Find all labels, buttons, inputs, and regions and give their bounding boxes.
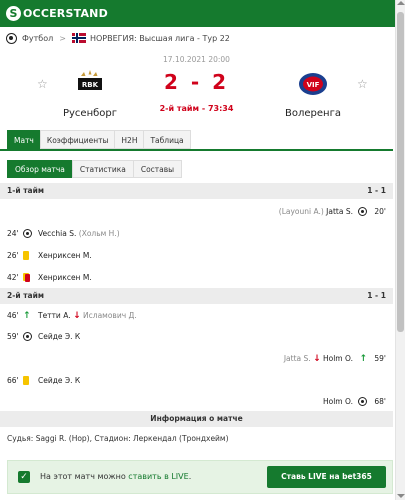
norway-flag-icon [71,33,86,43]
event-row: 59' Сейде Э. К [0,330,393,344]
event-player-name: Тетти А. [38,311,71,320]
event-player-out: Jatta S. [283,354,311,363]
period-score: 1 - 1 [367,186,386,195]
event-minute: 20' [374,207,386,216]
match-info-heading: Информация о матче [0,411,393,427]
live-betting-link[interactable]: ставить в LIVE [128,472,188,481]
event-row: 24' Vecchia S. (Хольм Н.) [0,227,393,241]
event-player[interactable]: Хенриксен М. [38,273,92,282]
event-player-name: Jatta S. [326,207,353,216]
event-row: Jatta S. ↓ Holm O. ↑ 59' [0,352,393,366]
period-score: 1 - 1 [367,291,386,300]
goal-icon [23,229,32,240]
event-row: (Layouni A.) Jatta S. 20' [0,205,393,219]
event-minute: 59' [374,354,386,363]
main-tabs: Матч Коэффициенты H2H Таблица [7,130,191,149]
scroll-down-arrow-icon[interactable] [397,494,405,498]
yellow-card-icon [23,251,29,262]
scrollbar[interactable] [395,0,405,500]
goal-icon [23,332,32,343]
event-player[interactable]: Сейде Э. К [38,376,80,385]
event-row: Holm O. 68' [0,395,393,409]
subtab-summary[interactable]: Обзор матча [7,160,72,178]
goal-icon [358,207,367,218]
second-yellow-card-icon [23,273,30,284]
event-row: 46' ↑ Тетти А. ↓ Исламович Д. [0,309,393,323]
logo-mark: S [6,6,21,21]
event-player[interactable]: (Layouni A.) Jatta S. [279,207,353,216]
scrollbar-thumb[interactable] [397,12,404,332]
event-minute: 68' [374,397,386,406]
football-icon [6,32,17,44]
event-player[interactable]: Jatta S. ↓ Holm O. [284,354,353,364]
tab-odds[interactable]: Коэффициенты [39,130,115,149]
match-info-text: Судья: Saggi R. (Нор), Стадион: Леркенда… [7,434,229,443]
substitution-in-icon: ↑ [23,311,31,321]
substitution-out-icon: ↓ [313,354,321,364]
soccerstand-logo[interactable]: S OCCERSTAND [6,5,108,22]
event-player-out: Исламович Д. [83,311,137,320]
sub-tabs: Обзор матча Статистика Составы [7,160,183,178]
event-row: 26' Хенриксен М. [0,249,393,263]
event-assist: (Хольм Н.) [78,229,120,238]
period-header-second-half: 2-й тайм 1 - 1 [0,288,393,304]
goal-icon [358,397,367,408]
top-bar: S OCCERSTAND [0,0,405,27]
live-text-before: На этот матч можно [40,472,126,481]
match-status: 2-й тайм - 73:34 [159,104,234,113]
logo-text: OCCERSTAND [23,7,108,20]
tab-standings[interactable]: Таблица [143,130,191,149]
event-minute: 42' [7,273,19,282]
period-label: 2-й тайм [7,291,44,300]
event-row: 66' Сейде Э. К [0,374,393,388]
scroll-up-arrow-icon[interactable] [397,1,405,5]
event-player-name: Holm O. [323,354,353,363]
period-label: 1-й тайм [7,186,44,195]
breadcrumb: Футбол > НОРВЕГИЯ: Высшая лига - Тур 22 [0,27,405,49]
chevron-right-icon: > [59,33,66,43]
live-text-after: . [188,472,192,481]
event-player[interactable]: Тетти А. ↓ Исламович Д. [38,311,137,321]
match-score: 2 - 2 [163,70,230,94]
bet-live-button[interactable]: Ставь LIVE на bet365 [267,466,386,488]
event-player[interactable]: Сейде Э. К [38,332,80,341]
event-minute: 59' [7,332,19,341]
event-player[interactable]: Holm O. [323,397,353,406]
subtab-statistics[interactable]: Статистика [71,160,133,178]
live-betting-text: На этот матч можно ставить в LIVE. [40,472,191,481]
live-betting-banner: ✓ На этот матч можно ставить в LIVE. Ста… [7,460,393,494]
event-minute: 24' [7,229,19,238]
event-minute: 46' [7,311,19,320]
event-player[interactable]: Vecchia S. (Хольм Н.) [38,229,120,238]
event-minute: 26' [7,251,19,260]
event-player[interactable]: Хенриксен М. [38,251,92,260]
substitution-in-icon: ↑ [359,354,367,364]
period-header-first-half: 1-й тайм 1 - 1 [0,183,393,199]
checkmark-icon: ✓ [18,471,30,483]
yellow-card-icon [23,376,29,387]
substitution-out-icon: ↓ [73,311,81,321]
subtab-lineups[interactable]: Составы [132,160,183,178]
event-player-name: Vecchia S. [38,229,77,238]
breadcrumb-competition[interactable]: НОРВЕГИЯ: Высшая лига - Тур 22 [90,34,230,43]
tab-h2h[interactable]: H2H [114,130,144,149]
event-minute: 66' [7,376,19,385]
tab-match[interactable]: Матч [7,130,40,149]
event-assist: (Layouni A.) [278,207,324,216]
event-row: 42' Хенриксен М. [0,271,393,285]
match-date: 17.10.2021 20:00 [163,55,230,64]
breadcrumb-sport[interactable]: Футбол [22,34,53,43]
tab-underline [0,149,393,151]
